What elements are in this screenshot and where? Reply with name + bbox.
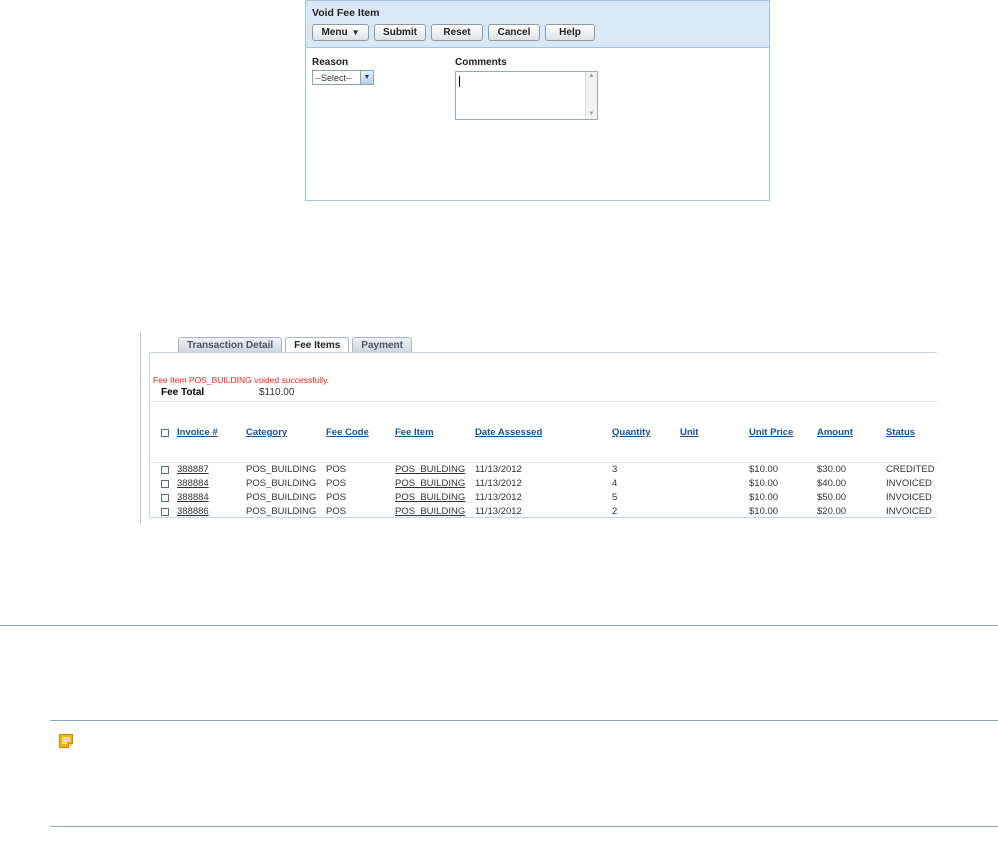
column-unit-price[interactable]: Unit Price [749,427,793,438]
tab-bar: Transaction Detail Fee Items Payment [178,337,412,353]
table-row: 388886 POS_BUILDING POS POS_BUILDING 11/… [150,506,938,520]
date-cell: 11/13/2012 [475,478,522,489]
help-button[interactable]: Help [545,24,595,41]
column-unit[interactable]: Unit [680,427,698,438]
void-fee-item-dialog: Void Fee Item Menu ▼ Submit Reset Cancel… [305,0,770,201]
note-top-divider [50,720,998,721]
column-fee-item[interactable]: Fee Item [395,427,434,438]
quantity-cell: 5 [612,492,618,503]
dialog-header: Void Fee Item Menu ▼ Submit Reset Cancel… [306,1,769,48]
fee-items-panel: Transaction Detail Fee Items Payment Fee… [140,333,938,523]
fee-total-value: $110.00 [259,387,295,398]
table-row: 388887 POS_BUILDING POS POS_BUILDING 11/… [150,464,938,478]
unit-price-cell: $10.00 [749,506,779,517]
quantity-cell: 4 [612,478,618,489]
cancel-button[interactable]: Cancel [488,24,540,41]
category-cell: POS_BUILDING [246,492,317,503]
category-cell: POS_BUILDING [246,478,317,489]
unit-price-cell: $10.00 [749,492,779,503]
date-cell: 11/13/2012 [475,492,522,503]
submit-button[interactable]: Submit [374,24,426,41]
select-all-checkbox[interactable] [161,429,169,437]
chevron-down-icon[interactable]: ▼ [360,71,373,84]
fee-item-link[interactable]: POS_BUILDING [395,464,465,475]
note-icon [59,734,73,748]
section-divider [0,625,998,626]
fee-total-label: Fee Total [161,387,205,398]
menu-button-label: Menu [321,27,348,38]
amount-cell: $50.00 [817,492,847,503]
row-checkbox[interactable] [161,480,169,488]
status-cell: INVOICED [886,492,932,503]
success-message: Fee Item POS_BUILDING voided successfull… [153,375,330,385]
scroll-down-icon[interactable]: ▼ [586,110,597,119]
fee-code-cell: POS [326,492,347,503]
tab-fee-items[interactable]: Fee Items [285,337,350,353]
tab-payment[interactable]: Payment [352,337,412,352]
tab-transaction-detail[interactable]: Transaction Detail [178,337,283,352]
comments-scrollbar[interactable]: ▲ ▼ [585,72,597,119]
table-row: 388884 POS_BUILDING POS POS_BUILDING 11/… [150,492,938,506]
column-date-assessed[interactable]: Date Assessed [475,427,542,438]
status-cell: INVOICED [886,506,932,517]
invoice-link[interactable]: 388886 [177,506,209,517]
table-row: 388884 POS_BUILDING POS POS_BUILDING 11/… [150,478,938,492]
column-amount[interactable]: Amount [817,427,853,438]
column-quantity[interactable]: Quantity [612,427,651,438]
category-cell: POS_BUILDING [246,464,317,475]
quantity-cell: 2 [612,506,618,517]
fee-code-cell: POS [326,506,347,517]
note-bottom-divider [50,826,998,827]
amount-cell: $20.00 [817,506,847,517]
menu-button[interactable]: Menu ▼ [312,24,369,41]
column-category[interactable]: Category [246,427,287,438]
invoice-link[interactable]: 388887 [177,464,209,475]
row-checkbox[interactable] [161,508,169,516]
dialog-toolbar: Menu ▼ Submit Reset Cancel Help [312,24,769,41]
invoice-link[interactable]: 388884 [177,492,209,503]
comments-label: Comments [455,57,507,68]
unit-price-cell: $10.00 [749,478,779,489]
reason-select[interactable]: --Select-- ▼ [312,70,374,85]
row-checkbox[interactable] [161,466,169,474]
text-cursor [459,76,460,87]
row-checkbox[interactable] [161,494,169,502]
scroll-up-icon[interactable]: ▲ [586,72,597,81]
category-cell: POS_BUILDING [246,506,317,517]
caret-down-icon: ▼ [351,28,360,37]
fee-item-link[interactable]: POS_BUILDING [395,492,465,503]
fee-table-header: Invoice # Category Fee Code Fee Item Dat… [150,401,938,463]
amount-cell: $30.00 [817,464,847,475]
comments-textarea[interactable]: ▲ ▼ [455,71,598,120]
column-fee-code[interactable]: Fee Code [326,427,369,438]
status-cell: CREDITED [886,464,935,475]
fee-item-link[interactable]: POS_BUILDING [395,478,465,489]
amount-cell: $40.00 [817,478,847,489]
column-invoice[interactable]: Invoice # [177,427,218,438]
quantity-cell: 3 [612,464,618,475]
unit-price-cell: $10.00 [749,464,779,475]
fee-items-content: Fee Item POS_BUILDING voided successfull… [149,352,938,520]
fee-item-link[interactable]: POS_BUILDING [395,506,465,517]
column-status[interactable]: Status [886,427,915,438]
fee-code-cell: POS [326,464,347,475]
reason-select-value: --Select-- [315,72,353,83]
date-cell: 11/13/2012 [475,506,522,517]
status-cell: INVOICED [886,478,932,489]
date-cell: 11/13/2012 [475,464,522,475]
reason-label: Reason [312,57,349,68]
dialog-title: Void Fee Item [312,7,380,19]
fee-code-cell: POS [326,478,347,489]
reset-button[interactable]: Reset [431,24,483,41]
invoice-link[interactable]: 388884 [177,478,209,489]
